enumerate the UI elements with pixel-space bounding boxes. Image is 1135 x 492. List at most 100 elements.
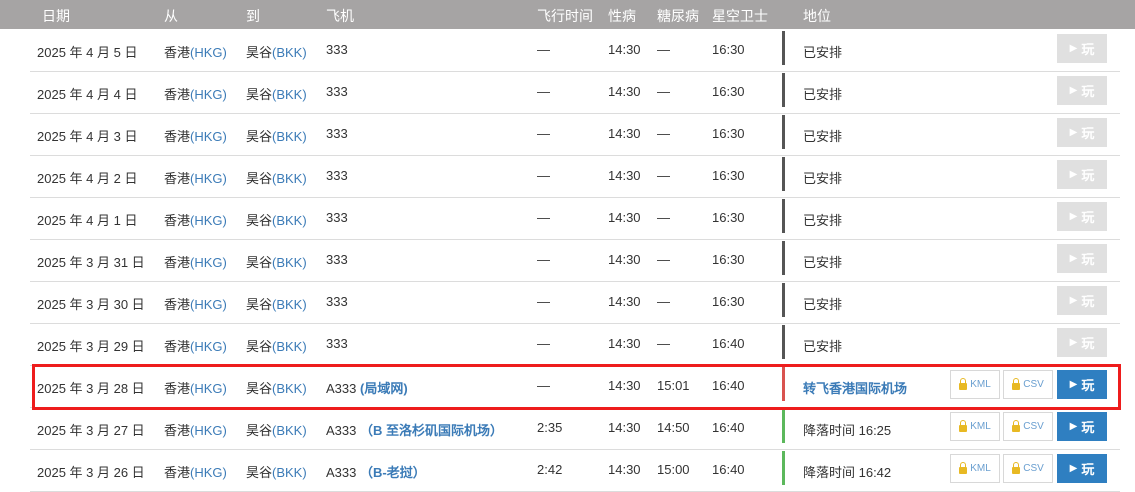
destination-code-link[interactable]: (BKK): [272, 255, 307, 270]
csv-download-button[interactable]: CSV: [1003, 370, 1053, 399]
row-sta: 16:40: [712, 336, 745, 351]
play-icon: ▶: [1069, 253, 1078, 264]
aircraft-registration-link[interactable]: （B 至洛杉矶国际机场）: [360, 423, 503, 438]
destination-code-link[interactable]: (BKK): [272, 213, 307, 228]
origin-code-link[interactable]: (HKG): [190, 381, 227, 396]
row-origin: 香港(HKG): [164, 294, 227, 313]
row-date: 2025 年 3 月 30 日: [37, 297, 145, 312]
destination-code-link[interactable]: (BKK): [272, 129, 307, 144]
table-row[interactable]: 2025 年 3 月 29 日 香港(HKG) 昊谷(BKK) 333 — 14:30 —…: [30, 323, 1120, 366]
destination-city: 昊谷: [246, 213, 273, 228]
row-std: 14:30: [608, 210, 641, 225]
row-std: 14:30: [608, 336, 641, 351]
play-icon: ▶: [1069, 463, 1078, 474]
play-label: 玩: [1081, 378, 1095, 393]
play-button[interactable]: ▶ 玩: [1057, 454, 1107, 483]
row-std: 14:30: [608, 294, 641, 309]
origin-code-link[interactable]: (HKG): [190, 129, 227, 144]
row-sta: 16:30: [712, 126, 745, 141]
kml-label: KML: [970, 463, 991, 474]
destination-code-link[interactable]: (BKK): [272, 87, 307, 102]
row-atd: 14:50: [657, 420, 690, 435]
destination-code-link[interactable]: (BKK): [272, 297, 307, 312]
kml-label: KML: [970, 379, 991, 390]
row-origin: 香港(HKG): [164, 462, 227, 481]
row-date: 2025 年 4 月 1 日: [37, 213, 138, 228]
origin-code-link[interactable]: (HKG): [190, 87, 227, 102]
play-icon: ▶: [1069, 127, 1078, 138]
aircraft-registration-link[interactable]: （B-老挝）: [360, 465, 426, 480]
status-indicator-bar: [782, 325, 785, 359]
row-aircraft: A333 (局域网): [326, 378, 408, 397]
row-origin: 香港(HKG): [164, 126, 227, 145]
row-aircraft: 333: [326, 126, 348, 141]
table-row[interactable]: 2025 年 4 月 1 日 香港(HKG) 昊谷(BKK) 333 — 14:30 — 1…: [30, 197, 1120, 240]
aircraft-type: 333: [326, 252, 348, 267]
row-aircraft: 333: [326, 210, 348, 225]
status-indicator-bar: [782, 451, 785, 485]
lock-icon: [959, 420, 968, 432]
kml-download-button[interactable]: KML: [950, 454, 1000, 483]
origin-code-link[interactable]: (HKG): [190, 171, 227, 186]
origin-code-link[interactable]: (HKG): [190, 297, 227, 312]
destination-code-link[interactable]: (BKK): [272, 381, 307, 396]
play-button: ▶ 玩: [1057, 286, 1107, 315]
row-std: 14:30: [608, 126, 641, 141]
origin-code-link[interactable]: (HKG): [190, 339, 227, 354]
row-std: 14:30: [608, 84, 641, 99]
aircraft-type: 333: [326, 294, 348, 309]
row-origin: 香港(HKG): [164, 420, 227, 439]
status-indicator-bar: [782, 241, 785, 275]
origin-code-link[interactable]: (HKG): [190, 423, 227, 438]
table-row[interactable]: 2025 年 4 月 5 日 香港(HKG) 昊谷(BKK) 333 — 14:30 — 1…: [30, 29, 1120, 72]
origin-code-link[interactable]: (HKG): [190, 213, 227, 228]
kml-label: KML: [970, 421, 991, 432]
row-aircraft: 333: [326, 168, 348, 183]
csv-download-button[interactable]: CSV: [1003, 454, 1053, 483]
table-row[interactable]: 2025 年 4 月 2 日 香港(HKG) 昊谷(BKK) 333 — 14:30 — 1…: [30, 155, 1120, 198]
play-icon: ▶: [1069, 85, 1078, 96]
row-flight-time: —: [537, 210, 550, 225]
row-flight-time: —: [537, 252, 550, 267]
table-row[interactable]: 2025 年 3 月 26 日 香港(HKG) 昊谷(BKK) A333 （B-老挝）…: [30, 449, 1120, 492]
table-row[interactable]: 2025 年 4 月 3 日 香港(HKG) 昊谷(BKK) 333 — 14:30 — 1…: [30, 113, 1120, 156]
row-date: 2025 年 3 月 28 日: [37, 381, 145, 396]
row-status[interactable]: 转飞香港国际机场: [803, 378, 907, 397]
destination-code-link[interactable]: (BKK): [272, 339, 307, 354]
play-button[interactable]: ▶ 玩: [1057, 370, 1107, 399]
csv-download-button[interactable]: CSV: [1003, 412, 1053, 441]
row-std: 14:30: [608, 252, 641, 267]
kml-download-button[interactable]: KML: [950, 412, 1000, 441]
row-sta: 16:40: [712, 462, 745, 477]
destination-code-link[interactable]: (BKK): [272, 423, 307, 438]
origin-code-link[interactable]: (HKG): [190, 465, 227, 480]
row-status: 已安排: [803, 87, 843, 102]
origin-code-link[interactable]: (HKG): [190, 45, 227, 60]
origin-city: 香港: [164, 465, 191, 480]
play-label: 玩: [1081, 168, 1095, 183]
kml-download-button[interactable]: KML: [950, 370, 1000, 399]
destination-code-link[interactable]: (BKK): [272, 45, 307, 60]
origin-code-link[interactable]: (HKG): [190, 255, 227, 270]
header-date: 日期: [42, 8, 70, 24]
origin-city: 香港: [164, 339, 191, 354]
aircraft-type: A333: [326, 423, 357, 438]
play-button[interactable]: ▶ 玩: [1057, 412, 1107, 441]
destination-code-link[interactable]: (BKK): [272, 171, 307, 186]
row-origin: 香港(HKG): [164, 42, 227, 61]
row-destination: 昊谷(BKK): [246, 84, 307, 103]
destination-code-link[interactable]: (BKK): [272, 465, 307, 480]
row-atd: —: [657, 126, 670, 141]
aircraft-registration-link[interactable]: (局域网): [360, 381, 408, 396]
table-row[interactable]: 2025 年 3 月 28 日 香港(HKG) 昊谷(BKK) A333 (局域网) —…: [30, 365, 1120, 408]
table-row[interactable]: 2025 年 3 月 31 日 香港(HKG) 昊谷(BKK) 333 — 14:30 —…: [30, 239, 1120, 282]
row-sta: 16:30: [712, 210, 745, 225]
table-row[interactable]: 2025 年 4 月 4 日 香港(HKG) 昊谷(BKK) 333 — 14:30 — 1…: [30, 71, 1120, 114]
table-row[interactable]: 2025 年 3 月 30 日 香港(HKG) 昊谷(BKK) 333 — 14:30 —…: [30, 281, 1120, 324]
play-icon: ▶: [1069, 337, 1078, 348]
status-indicator-bar: [782, 409, 785, 443]
lock-icon: [1012, 462, 1021, 474]
table-row[interactable]: 2025 年 3 月 27 日 香港(HKG) 昊谷(BKK) A333 （B 至洛杉…: [30, 407, 1120, 450]
origin-city: 香港: [164, 87, 191, 102]
row-sta: 16:30: [712, 42, 745, 57]
